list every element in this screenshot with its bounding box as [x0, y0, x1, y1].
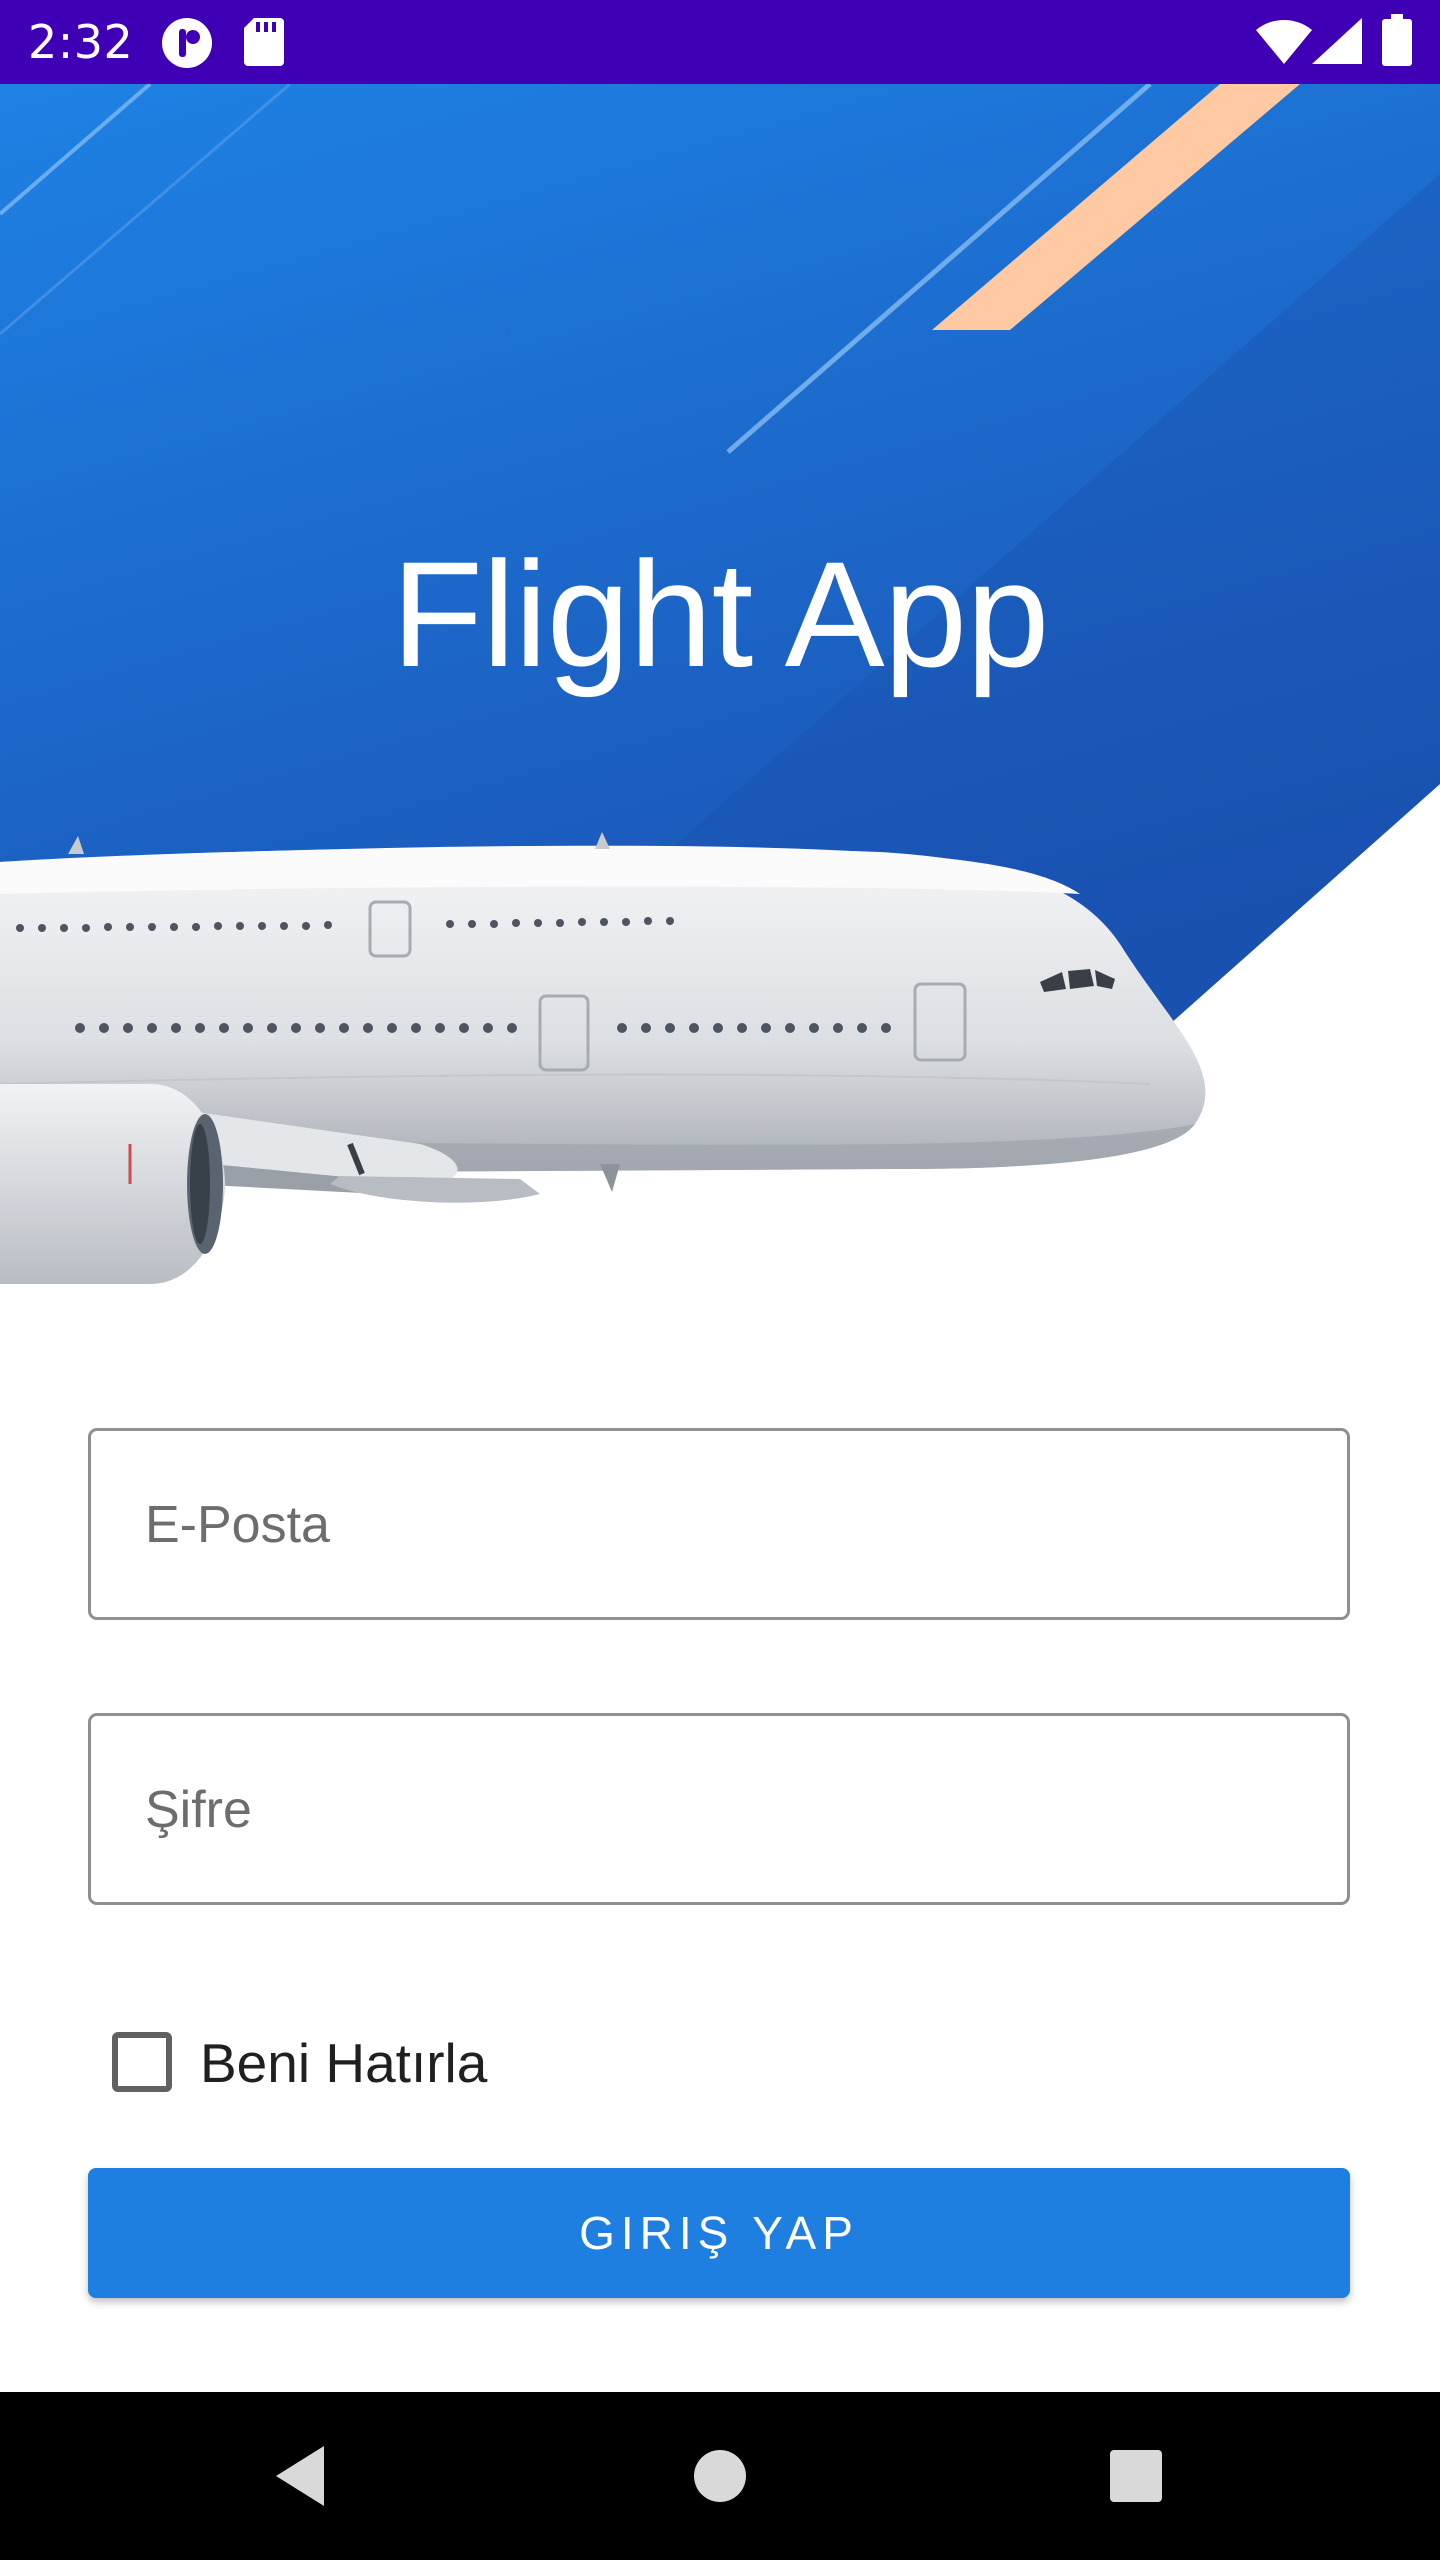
login-button[interactable]: GIRIŞ YAP — [88, 2168, 1350, 2298]
password-input[interactable] — [143, 1716, 1297, 1904]
recents-icon — [1110, 2450, 1162, 2502]
remember-me-row[interactable]: Beni Hatırla — [110, 2030, 810, 2096]
airplane-image — [0, 832, 1206, 1284]
status-bar: 2:32 — [0, 0, 1440, 84]
system-nav-bar — [0, 2392, 1440, 2560]
status-time: 2:32 — [28, 15, 134, 69]
login-button-label: GIRIŞ YAP — [579, 2207, 859, 2259]
home-button[interactable] — [620, 2392, 820, 2560]
password-field[interactable] — [88, 1713, 1350, 1905]
app-title: Flight App — [391, 530, 1049, 698]
recents-button[interactable] — [1035, 2392, 1235, 2560]
sd-card-icon — [244, 18, 284, 71]
notification-app-icon — [160, 16, 214, 75]
back-button[interactable] — [200, 2392, 400, 2560]
back-icon — [276, 2446, 324, 2506]
remember-me-label[interactable]: Beni Hatırla — [200, 2030, 487, 2096]
home-icon — [694, 2450, 746, 2502]
email-field[interactable] — [88, 1428, 1350, 1620]
email-input[interactable] — [143, 1431, 1297, 1619]
cellular-signal-icon — [1312, 18, 1362, 69]
battery-icon — [1382, 14, 1412, 71]
hero-header: Flight App — [0, 84, 1440, 1304]
remember-me-checkbox[interactable] — [112, 2032, 172, 2092]
wifi-icon — [1256, 18, 1312, 69]
